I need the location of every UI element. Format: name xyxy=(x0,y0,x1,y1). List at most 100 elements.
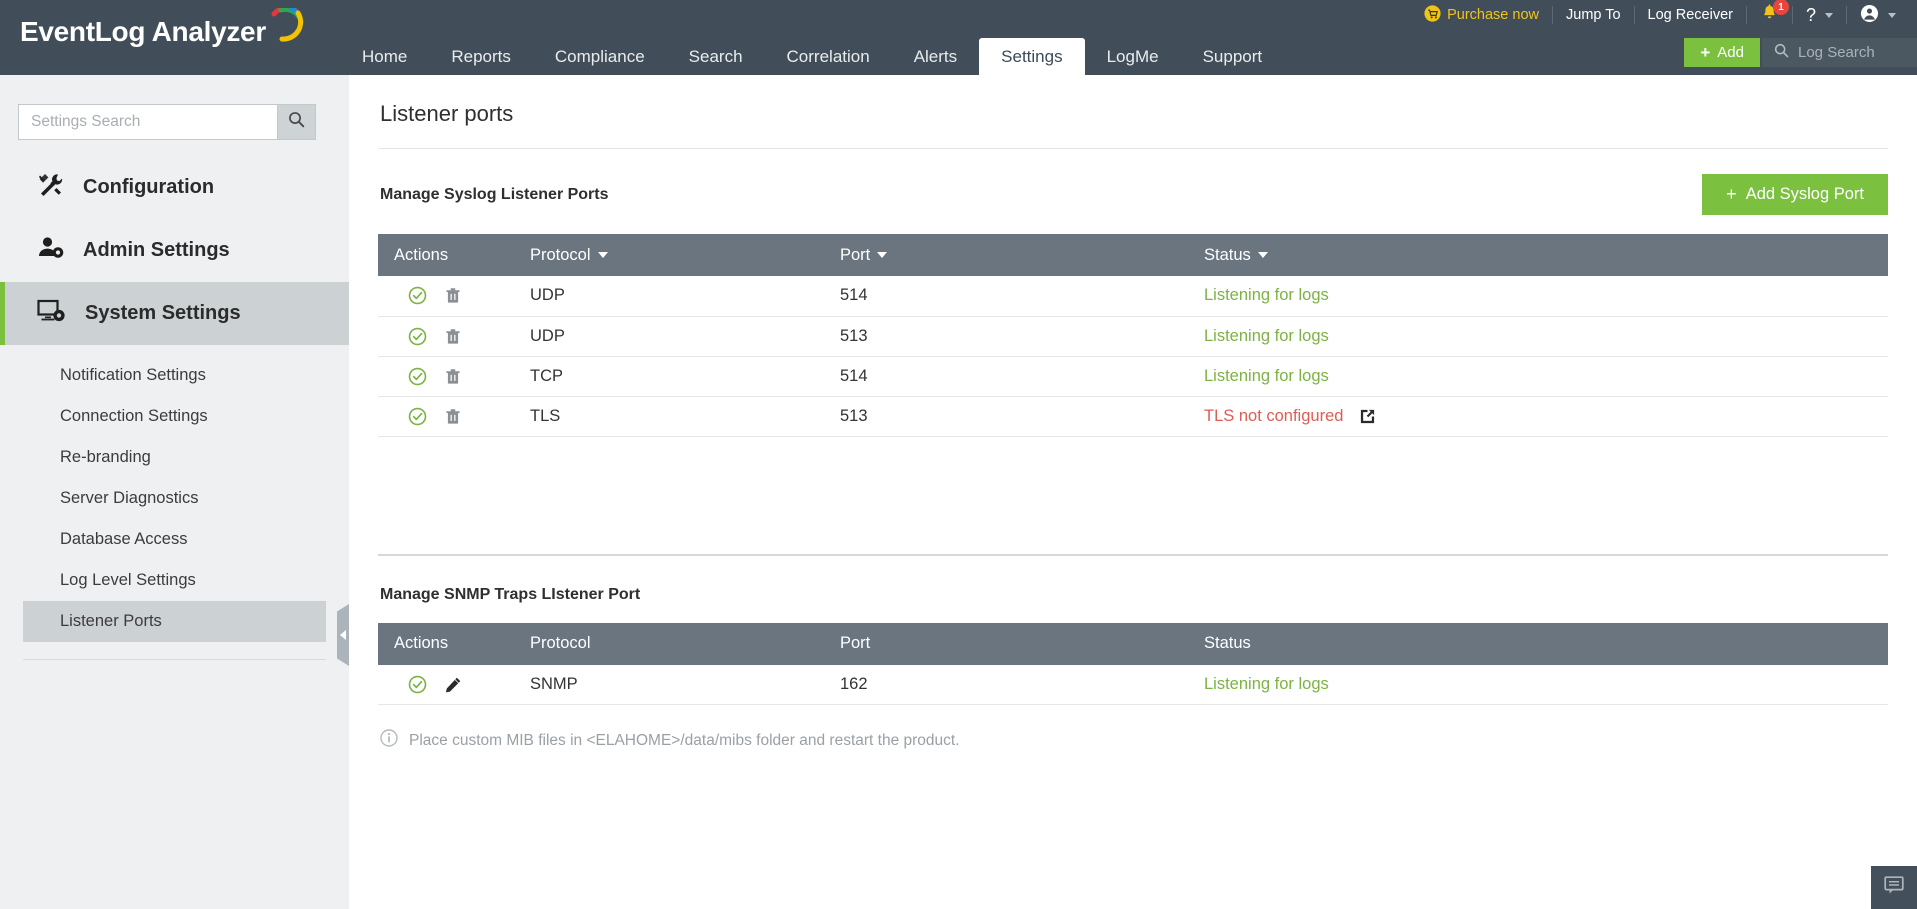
row-port-cell: 162 xyxy=(824,665,1188,705)
nav-tab-alerts[interactable]: Alerts xyxy=(892,38,979,75)
snmp-section-header: Manage SNMP Traps LIstener Port xyxy=(378,586,1888,604)
row-actions-cell xyxy=(378,396,514,436)
snmp-note-text: Place custom MIB files in <ELAHOME>/data… xyxy=(409,732,960,750)
sidebar-sub-label: Re-branding xyxy=(60,448,151,467)
column-header-status: Status xyxy=(1188,623,1888,665)
chevron-down-icon xyxy=(1825,13,1833,18)
sidebar-item-notification-settings[interactable]: Notification Settings xyxy=(23,355,326,396)
syslog-ports-table: Actions Protocol Port Status xyxy=(378,234,1888,437)
column-header-protocol: Protocol xyxy=(514,623,824,665)
nav-tab-support[interactable]: Support xyxy=(1181,38,1285,75)
row-actions-cell xyxy=(378,665,514,705)
user-menu-button[interactable] xyxy=(1847,4,1909,26)
top-header: EventLog Analyzer Purchase now xyxy=(0,0,1917,75)
sidebar-item-listener-ports[interactable]: Listener Ports xyxy=(23,601,326,642)
sidebar-item-connection-settings[interactable]: Connection Settings xyxy=(23,396,326,437)
sidebar-sub-label: Log Level Settings xyxy=(60,571,196,590)
delete-icon[interactable] xyxy=(445,287,461,304)
notification-badge: 1 xyxy=(1773,0,1789,15)
add-button[interactable]: + Add xyxy=(1684,38,1760,67)
settings-search-button[interactable] xyxy=(277,104,316,140)
page-title: Listener ports xyxy=(378,75,1888,127)
info-icon xyxy=(380,729,398,752)
sidebar-item-label: Configuration xyxy=(83,176,214,199)
column-label: Actions xyxy=(394,246,448,264)
delete-icon[interactable] xyxy=(445,368,461,385)
table-row: TLS 513 TLS not configured xyxy=(378,396,1888,436)
sidebar-collapse-handle[interactable] xyxy=(337,604,349,666)
app-logo-text: EventLog Analyzer xyxy=(20,16,266,48)
sidebar-item-server-diagnostics[interactable]: Server Diagnostics xyxy=(23,478,326,519)
sidebar-item-database-access[interactable]: Database Access xyxy=(23,519,326,560)
enabled-check-icon[interactable] xyxy=(408,675,427,694)
help-menu-button[interactable]: ? xyxy=(1793,4,1846,26)
sort-caret-icon[interactable] xyxy=(1258,252,1268,258)
enabled-check-icon[interactable] xyxy=(408,407,427,426)
column-header-actions: Actions xyxy=(378,234,514,276)
sort-caret-icon[interactable] xyxy=(598,252,608,258)
table-row: UDP 513 Listening for logs xyxy=(378,316,1888,356)
nav-tab-home[interactable]: Home xyxy=(340,38,429,75)
edit-pencil-icon[interactable] xyxy=(445,676,462,693)
plus-icon: + xyxy=(1700,43,1710,63)
settings-search xyxy=(18,104,316,140)
app-logo[interactable]: EventLog Analyzer xyxy=(20,14,304,49)
nav-tab-correlation[interactable]: Correlation xyxy=(765,38,892,75)
status-badge: Listening for logs xyxy=(1204,327,1329,346)
chevron-down-icon xyxy=(1888,13,1896,18)
delete-icon[interactable] xyxy=(445,328,461,345)
sidebar-item-log-level-settings[interactable]: Log Level Settings xyxy=(23,560,326,601)
row-port-cell: 513 xyxy=(824,396,1188,436)
log-search-input[interactable]: Log Search xyxy=(1762,38,1917,67)
snmp-table-body: SNMP 162 Listening for logs xyxy=(378,665,1888,705)
column-label: Protocol xyxy=(530,246,591,264)
nav-tab-compliance[interactable]: Compliance xyxy=(533,38,667,75)
nav-tab-search[interactable]: Search xyxy=(667,38,765,75)
sidebar-sub-label: Notification Settings xyxy=(60,366,206,385)
snmp-section-title: Manage SNMP Traps LIstener Port xyxy=(378,586,640,604)
add-syslog-port-button[interactable]: + Add Syslog Port xyxy=(1702,174,1888,215)
column-label: Port xyxy=(840,246,870,264)
column-header-port[interactable]: Port xyxy=(824,234,1188,276)
status-badge: Listening for logs xyxy=(1204,675,1329,693)
feedback-chat-button[interactable] xyxy=(1871,866,1917,909)
sidebar-item-admin-settings[interactable]: Admin Settings xyxy=(0,219,349,282)
external-link-icon[interactable] xyxy=(1359,408,1376,425)
status-badge: Listening for logs xyxy=(1204,286,1329,305)
enabled-check-icon[interactable] xyxy=(408,327,427,346)
add-syslog-port-label: Add Syslog Port xyxy=(1746,185,1864,204)
jump-to-link[interactable]: Jump To xyxy=(1553,4,1634,26)
sidebar-item-configuration[interactable]: Configuration xyxy=(0,156,349,219)
logo-swoosh-icon xyxy=(268,8,304,49)
search-icon xyxy=(288,111,305,133)
sidebar-item-re-branding[interactable]: Re-branding xyxy=(23,437,326,478)
nav-tab-logme[interactable]: LogMe xyxy=(1085,38,1181,75)
log-receiver-link[interactable]: Log Receiver xyxy=(1635,4,1746,26)
column-header-status[interactable]: Status xyxy=(1188,234,1888,276)
row-actions-cell xyxy=(378,276,514,316)
chevron-left-icon xyxy=(340,630,346,640)
settings-sidebar: Configuration Admin Settings xyxy=(0,75,349,909)
sidebar-item-system-settings[interactable]: System Settings xyxy=(0,282,349,345)
avatar-icon xyxy=(1860,4,1879,27)
delete-icon[interactable] xyxy=(445,408,461,425)
table-row: UDP 514 Listening for logs xyxy=(378,276,1888,316)
sort-caret-icon[interactable] xyxy=(877,252,887,258)
nav-tab-settings[interactable]: Settings xyxy=(979,38,1084,75)
enabled-check-icon[interactable] xyxy=(408,286,427,305)
row-port-cell: 514 xyxy=(824,356,1188,396)
syslog-section-spacer xyxy=(378,437,1888,554)
enabled-check-icon[interactable] xyxy=(408,367,427,386)
syslog-table-body: UDP 514 Listening for logs xyxy=(378,276,1888,436)
settings-search-input[interactable] xyxy=(18,104,277,140)
row-status-cell: Listening for logs xyxy=(1188,316,1888,356)
notifications-button[interactable]: 1 xyxy=(1747,4,1792,26)
snmp-ports-table: Actions Protocol Port Status xyxy=(378,623,1888,706)
sidebar-sub-label: Listener Ports xyxy=(60,612,162,631)
snmp-table-header: Actions Protocol Port Status xyxy=(378,623,1888,665)
purchase-now-link[interactable]: Purchase now xyxy=(1411,4,1552,26)
row-actions-cell xyxy=(378,356,514,396)
column-header-protocol[interactable]: Protocol xyxy=(514,234,824,276)
header-utility-strip: Purchase now Jump To Log Receiver 1 ? xyxy=(1411,0,1909,30)
nav-tab-reports[interactable]: Reports xyxy=(429,38,533,75)
